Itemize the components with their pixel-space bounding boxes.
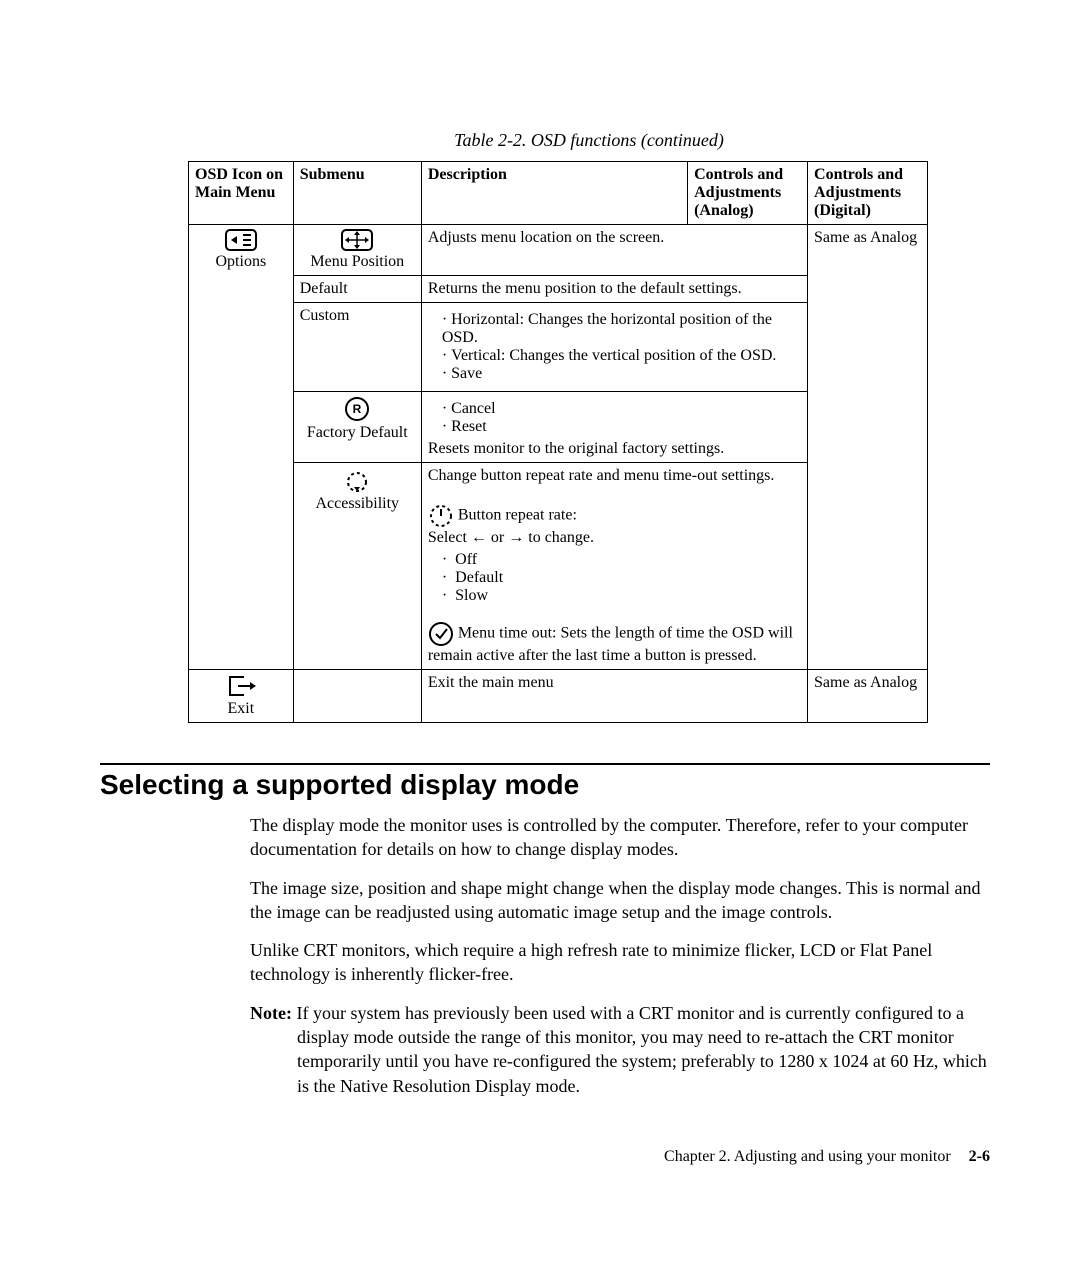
table-header-row: OSD Icon on Main Menu Submenu Descriptio… <box>189 162 928 225</box>
custom-bullet-1: Horizontal: Changes the horizontal posit… <box>442 311 801 347</box>
col-header-description: Description <box>421 162 687 225</box>
accessibility-label: Accessibility <box>300 495 415 513</box>
options-label: Options <box>195 253 287 271</box>
repeat-opt-default: Default <box>442 569 801 587</box>
custom-bullet-2: Vertical: Changes the vertical position … <box>442 347 801 365</box>
button-repeat-icon <box>428 503 454 529</box>
cell-default-desc: Returns the menu position to the default… <box>421 276 807 303</box>
table-caption: Table 2-2. OSD functions (continued) <box>188 130 990 151</box>
cell-custom-desc: Horizontal: Changes the horizontal posit… <box>421 303 807 392</box>
accessibility-icon <box>342 467 372 493</box>
cell-factory-desc: Cancel Reset Resets monitor to the origi… <box>421 392 807 463</box>
select-line: Select ← or → to change. <box>428 529 801 547</box>
section-divider <box>100 763 990 765</box>
cell-exit-digital: Same as Analog <box>808 670 928 723</box>
cell-options-digital: Same as Analog <box>808 225 928 670</box>
cell-exit-desc: Exit the main menu <box>421 670 807 723</box>
cell-default-sub: Default <box>293 276 421 303</box>
timeout-text: Menu time out: Sets the length of time t… <box>428 625 793 664</box>
footer-page-number: 2-6 <box>969 1148 990 1165</box>
arrow-left-icon: ← <box>471 529 487 546</box>
note-paragraph: Note: If your system has previously been… <box>250 1001 990 1098</box>
body-paragraph-3: Unlike CRT monitors, which require a hig… <box>250 938 990 987</box>
cell-menu-position-desc: Adjusts menu location on the screen. <box>421 225 807 276</box>
body-paragraph-2: The image size, position and shape might… <box>250 876 990 925</box>
cell-accessibility-desc: Change button repeat rate and menu time-… <box>421 463 807 670</box>
repeat-opt-slow: Slow <box>442 587 801 605</box>
menu-position-label: Menu Position <box>300 253 415 271</box>
cell-custom-sub: Custom <box>293 303 421 392</box>
col-header-digital: Controls and Adjustments (Digital) <box>808 162 928 225</box>
cell-exit-main: Exit <box>189 670 294 723</box>
exit-label: Exit <box>195 700 287 718</box>
repeat-opt-off: Off <box>442 551 801 569</box>
cell-accessibility-sub: Accessibility <box>293 463 421 670</box>
table-row: Exit Exit the main menu Same as Analog <box>189 670 928 723</box>
button-repeat-label: Button repeat rate: <box>458 507 577 524</box>
custom-bullet-3: Save <box>442 365 801 383</box>
cell-menu-position-sub: Menu Position <box>293 225 421 276</box>
accessibility-intro: Change button repeat rate and menu time-… <box>428 467 801 485</box>
svg-text:R: R <box>353 402 362 416</box>
cell-options-main: Options <box>189 225 294 670</box>
factory-bullet-1: Cancel <box>442 400 801 418</box>
factory-default-icon: R <box>344 396 370 422</box>
note-text: If your system has previously been used … <box>292 1003 987 1096</box>
menu-timeout-icon <box>428 621 454 647</box>
arrow-right-icon: → <box>508 529 524 546</box>
menu-position-icon <box>341 229 373 251</box>
table-row: Options Menu Position Adjusts menu locat… <box>189 225 928 276</box>
cell-factory-sub: R Factory Default <box>293 392 421 463</box>
col-header-main: OSD Icon on Main Menu <box>189 162 294 225</box>
cell-exit-sub <box>293 670 421 723</box>
col-header-analog: Controls and Adjustments (Analog) <box>688 162 808 225</box>
exit-icon <box>226 674 256 698</box>
body-paragraph-1: The display mode the monitor uses is con… <box>250 813 990 862</box>
factory-bullet-2: Reset <box>442 418 801 436</box>
osd-functions-table: OSD Icon on Main Menu Submenu Descriptio… <box>188 161 928 723</box>
note-label: Note: <box>250 1003 292 1023</box>
section-title: Selecting a supported display mode <box>100 769 990 801</box>
footer-text: Chapter 2. Adjusting and using your moni… <box>664 1148 951 1165</box>
page-footer: Chapter 2. Adjusting and using your moni… <box>100 1148 990 1166</box>
factory-default-label: Factory Default <box>300 424 415 442</box>
factory-tail: Resets monitor to the original factory s… <box>428 440 724 457</box>
options-icon <box>225 229 257 251</box>
col-header-submenu: Submenu <box>293 162 421 225</box>
